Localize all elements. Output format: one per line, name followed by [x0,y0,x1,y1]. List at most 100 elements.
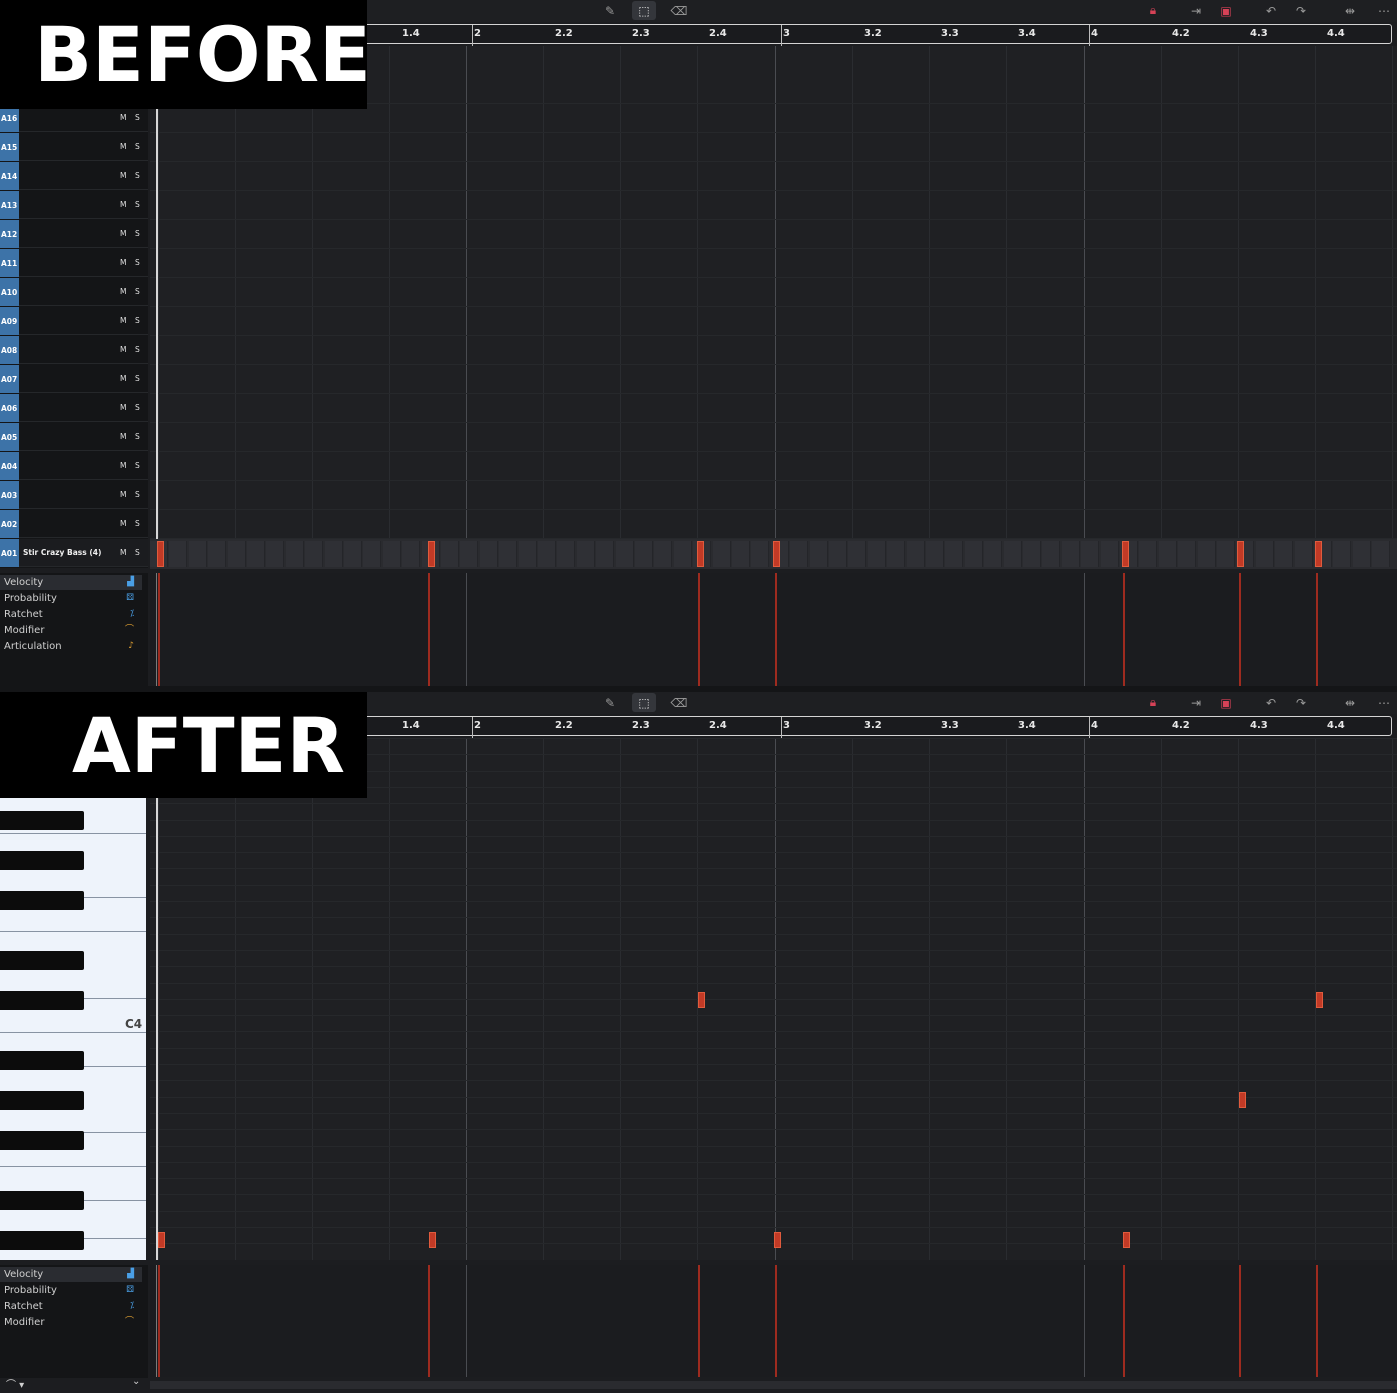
track-row[interactable]: A09 M S [0,307,148,335]
more-icon[interactable]: ⋯ [1372,1,1396,20]
step-cell[interactable] [964,541,983,567]
step-cell[interactable] [266,541,285,567]
step-cell[interactable] [305,541,324,567]
step-cell[interactable] [1217,541,1235,567]
mute-button[interactable]: M [120,490,126,499]
piano-roll-grid[interactable] [150,738,1397,1260]
lane-item-articulation[interactable]: Articulation ♪ [0,639,142,654]
step-cell[interactable] [1197,541,1216,567]
mute-button[interactable]: M [120,519,126,528]
mute-button[interactable]: M [120,113,126,122]
track-row[interactable]: A07 M S [0,365,148,393]
undo-icon[interactable]: ↶ [1259,1,1283,20]
select-icon[interactable]: ⬚ [632,693,656,712]
step-cell[interactable] [887,541,906,567]
solo-button[interactable]: S [135,461,140,470]
lane-item-probability[interactable]: Probability ⚄ [0,591,142,606]
lock-icon[interactable]: 🔒︎ [1141,693,1165,712]
step-cell[interactable] [596,541,615,567]
note[interactable] [1237,541,1244,567]
track-row[interactable]: A06 M S [0,394,148,422]
lane-item-modifier[interactable]: Modifier ⌒ [0,1315,142,1330]
step-cell[interactable] [499,541,518,567]
velocity-bar[interactable] [1123,573,1125,686]
eraser-icon[interactable]: ⌫ [667,1,691,20]
solo-button[interactable]: S [135,548,140,557]
step-cell[interactable] [363,541,382,567]
chevron-down-icon[interactable]: ⌄ [132,1376,140,1387]
step-cell[interactable] [441,541,459,567]
note[interactable] [773,541,780,567]
step-cell[interactable] [382,541,401,567]
velocity-bar[interactable] [698,573,700,686]
step-cell[interactable] [1372,541,1391,567]
loop-icon[interactable]: ▣ [1214,693,1238,712]
black-key[interactable] [0,891,84,910]
step-cell[interactable] [1061,541,1080,567]
step-cell[interactable] [1178,541,1197,567]
solo-button[interactable]: S [135,229,140,238]
step-cell[interactable] [1003,541,1022,567]
lane-item-probability[interactable]: Probability ⚄ [0,1283,142,1298]
step-cell[interactable] [460,541,479,567]
note[interactable] [1122,541,1129,567]
loop-icon[interactable]: ▣ [1214,1,1238,20]
snap-icon[interactable]: ⇥ [1184,693,1208,712]
velocity-bar[interactable] [775,573,777,686]
step-cell[interactable] [848,541,867,567]
velocity-bar[interactable] [158,573,160,686]
solo-button[interactable]: S [135,316,140,325]
step-cell[interactable] [673,541,692,567]
solo-button[interactable]: S [135,374,140,383]
solo-button[interactable]: S [135,345,140,354]
black-key[interactable] [0,1051,84,1070]
note[interactable] [697,541,704,567]
step-cell[interactable] [712,541,731,567]
step-cell[interactable] [906,541,925,567]
mute-button[interactable]: M [120,142,126,151]
step-cell[interactable] [926,541,944,567]
solo-button[interactable]: S [135,287,140,296]
step-cell[interactable] [829,541,847,567]
note[interactable] [428,541,435,567]
step-cell[interactable] [227,541,246,567]
step-cell[interactable] [188,541,207,567]
velocity-bar[interactable] [1123,1265,1125,1377]
black-key[interactable] [0,811,84,830]
mute-button[interactable]: M [120,548,126,557]
step-cell[interactable] [945,541,964,567]
note[interactable] [1316,992,1323,1008]
step-cell[interactable] [790,541,809,567]
step-cell[interactable] [1100,541,1119,567]
undo-icon[interactable]: ↶ [1259,693,1283,712]
mute-button[interactable]: M [120,200,126,209]
step-cell[interactable] [1255,541,1274,567]
step-cell[interactable] [479,541,498,567]
step-cell[interactable] [984,541,1003,567]
select-icon[interactable]: ⬚ [632,1,656,20]
piano-keyboard[interactable]: C4 [0,798,146,1260]
note[interactable] [429,1232,436,1248]
step-cell[interactable] [285,541,304,567]
velocity-bar[interactable] [1239,573,1241,686]
horizontal-scrollbar[interactable] [150,1381,1397,1389]
step-cell[interactable] [615,541,634,567]
velocity-bar[interactable] [1316,1265,1318,1377]
lock-icon[interactable]: 🔒︎ [1141,1,1165,20]
eraser-icon[interactable]: ⌫ [667,693,691,712]
velocity-bar[interactable] [775,1265,777,1377]
mute-button[interactable]: M [120,461,126,470]
lane-item-modifier[interactable]: Modifier ⌒ [0,623,142,638]
step-cell[interactable] [324,541,343,567]
solo-button[interactable]: S [135,403,140,412]
step-cell[interactable] [1023,541,1041,567]
step-cell[interactable] [1081,541,1100,567]
step-cell[interactable] [1275,541,1294,567]
mute-button[interactable]: M [120,374,126,383]
note[interactable] [1123,1232,1130,1248]
solo-button[interactable]: S [135,113,140,122]
step-cell[interactable] [809,541,828,567]
black-key[interactable] [0,1191,84,1210]
track-row[interactable]: A01 Stir Crazy Bass (4) M S [0,539,148,567]
track-row[interactable]: A11 M S [0,249,148,277]
